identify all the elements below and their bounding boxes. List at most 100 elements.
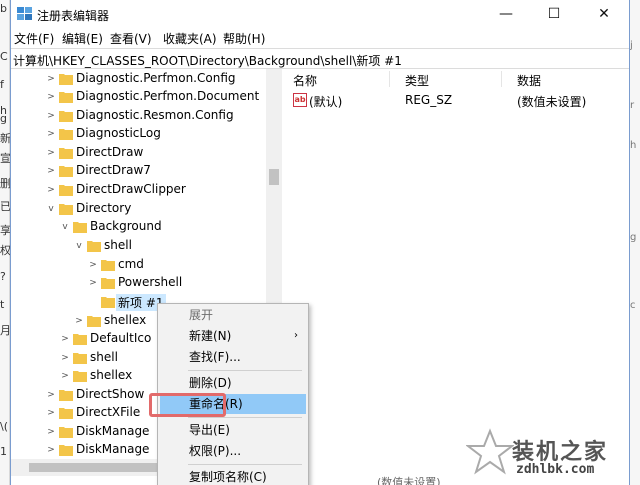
scrollbar-thumb[interactable] <box>29 463 169 472</box>
menu-separator <box>188 417 302 418</box>
menu-item-find[interactable]: 查找(F)... <box>160 347 306 367</box>
menu-favorites[interactable]: 收藏夹(A) <box>163 30 217 47</box>
chevron-right-icon[interactable]: > <box>87 274 99 292</box>
menu-view[interactable]: 查看(V) <box>110 30 152 47</box>
menu-item-permissions[interactable]: 权限(P)... <box>160 441 306 461</box>
bg-fragment: 1 <box>0 445 7 458</box>
value-name: (默认) <box>309 95 343 109</box>
scrollbar-thumb[interactable] <box>269 169 279 185</box>
menu-item-delete[interactable]: 删除(D) <box>160 373 306 393</box>
chevron-right-icon[interactable]: > <box>73 312 85 330</box>
chevron-right-icon[interactable]: > <box>45 144 57 162</box>
watermark: 装机之家 zdhlbk.com <box>466 428 636 483</box>
bg-fragment: \( <box>0 420 8 433</box>
folder-icon <box>73 334 87 345</box>
folder-icon <box>59 92 73 103</box>
chevron-down-icon[interactable]: v <box>73 237 85 255</box>
chevron-right-icon[interactable]: > <box>45 88 57 106</box>
chevron-right-icon[interactable]: > <box>45 386 57 404</box>
tree-item-label: Background <box>90 219 162 233</box>
tree-item-label: DirectDrawClipper <box>76 182 186 196</box>
tree-item-label: Diagnostic.Resmon.Config <box>76 108 234 122</box>
rename-highlight-box <box>149 393 226 417</box>
folder-icon <box>59 390 73 401</box>
tree-item-label: Powershell <box>118 275 183 289</box>
bg-fragment: g <box>0 112 7 125</box>
folder-open-icon <box>73 222 87 233</box>
folder-open-icon <box>87 241 101 252</box>
chevron-right-icon[interactable]: > <box>45 181 57 199</box>
chevron-right-icon[interactable]: > <box>87 256 99 274</box>
menu-separator <box>188 370 302 371</box>
menu-help[interactable]: 帮助(H) <box>223 30 265 47</box>
menu-edit[interactable]: 编辑(E) <box>62 30 103 47</box>
tree-item-label: DiagnosticLog <box>76 126 161 140</box>
folder-icon <box>59 74 73 85</box>
column-separator[interactable] <box>389 71 390 87</box>
tree-item-label: cmd <box>118 257 144 271</box>
menu-item-export[interactable]: 导出(E) <box>160 420 306 440</box>
close-button[interactable]: ✕ <box>581 0 627 28</box>
address-bar[interactable]: 计算机\HKEY_CLASSES_ROOT\Directory\Backgrou… <box>11 48 629 69</box>
chevron-right-icon[interactable]: > <box>59 349 71 367</box>
tree-item-label: Diagnostic.Perfmon.Document <box>76 89 260 103</box>
minimize-button[interactable]: — <box>483 0 529 28</box>
window-title: 注册表编辑器 <box>37 9 110 23</box>
folder-icon <box>59 148 73 159</box>
tree-item-label: DirectDraw <box>76 145 144 159</box>
chevron-right-icon[interactable]: > <box>59 330 71 348</box>
value-list-pane[interactable]: 名称 类型 数据 ab (默认) REG_SZ (数值未设置) (数值未设置) <box>283 69 631 485</box>
folder-icon <box>73 371 87 382</box>
menu-item-new-label: 新建(N) <box>189 329 232 343</box>
column-header-data[interactable]: 数据 <box>517 72 541 89</box>
value-type: REG_SZ <box>405 93 453 107</box>
chevron-right-icon[interactable]: > <box>45 441 57 459</box>
bg-fragment: ? <box>0 270 6 283</box>
watermark-url: zdhlbk.com <box>516 462 595 477</box>
title-bar[interactable]: 注册表编辑器 — ☐ ✕ <box>11 0 629 28</box>
bg-fragment: C <box>0 50 8 63</box>
chevron-right-icon[interactable]: > <box>45 125 57 143</box>
menu-bar: 文件(F) 编辑(E) 查看(V) 收藏夹(A) 帮助(H) <box>11 28 629 48</box>
folder-icon <box>59 408 73 419</box>
tree-item-label: DirectXFile <box>76 405 141 419</box>
folder-icon <box>87 316 101 327</box>
folder-icon <box>59 129 73 140</box>
chevron-right-icon[interactable]: > <box>45 70 57 88</box>
folder-icon <box>59 427 73 438</box>
tree-item-label: Diagnostic.Perfmon.Config <box>76 71 236 85</box>
bg-fragment: b <box>0 2 7 15</box>
bg-fragment: j <box>630 40 633 51</box>
tree-item-label: shell <box>104 238 132 252</box>
folder-icon <box>73 353 87 364</box>
address-path[interactable]: 计算机\HKEY_CLASSES_ROOT\Directory\Backgrou… <box>13 52 402 69</box>
folder-icon <box>101 278 115 289</box>
string-value-icon: ab <box>293 93 307 107</box>
value-row-default[interactable]: ab (默认) REG_SZ (数值未设置) <box>283 91 631 109</box>
bg-fragment: t <box>0 298 5 311</box>
menu-item-expand[interactable]: 展开 <box>160 305 306 325</box>
menu-item-new[interactable]: 新建(N) › <box>160 326 306 346</box>
column-separator[interactable] <box>501 71 502 87</box>
menu-file[interactable]: 文件(F) <box>14 30 54 47</box>
tree-item-label: Directory <box>76 201 132 215</box>
tree-item-label: DiskManage <box>76 442 150 456</box>
menu-item-copy-key-name[interactable]: 复制项名称(C) <box>160 467 306 485</box>
bg-fragment: f <box>0 78 4 91</box>
chevron-right-icon[interactable]: > <box>45 162 57 180</box>
chevron-down-icon[interactable]: v <box>45 200 57 218</box>
chevron-right-icon[interactable]: > <box>59 367 71 385</box>
chevron-right-icon[interactable]: > <box>45 107 57 125</box>
menu-separator <box>188 464 302 465</box>
column-header-type[interactable]: 类型 <box>405 72 429 89</box>
chevron-right-icon[interactable]: > <box>45 404 57 422</box>
column-header-name[interactable]: 名称 <box>293 72 317 89</box>
folder-open-icon <box>59 204 73 215</box>
status-fragment: (数值未设置) <box>377 476 441 485</box>
star-icon <box>466 428 514 475</box>
chevron-down-icon[interactable]: v <box>59 218 71 236</box>
tree-item-label: DirectShow <box>76 387 145 401</box>
maximize-button[interactable]: ☐ <box>531 0 577 28</box>
folder-icon <box>59 185 73 196</box>
chevron-right-icon[interactable]: > <box>45 423 57 441</box>
